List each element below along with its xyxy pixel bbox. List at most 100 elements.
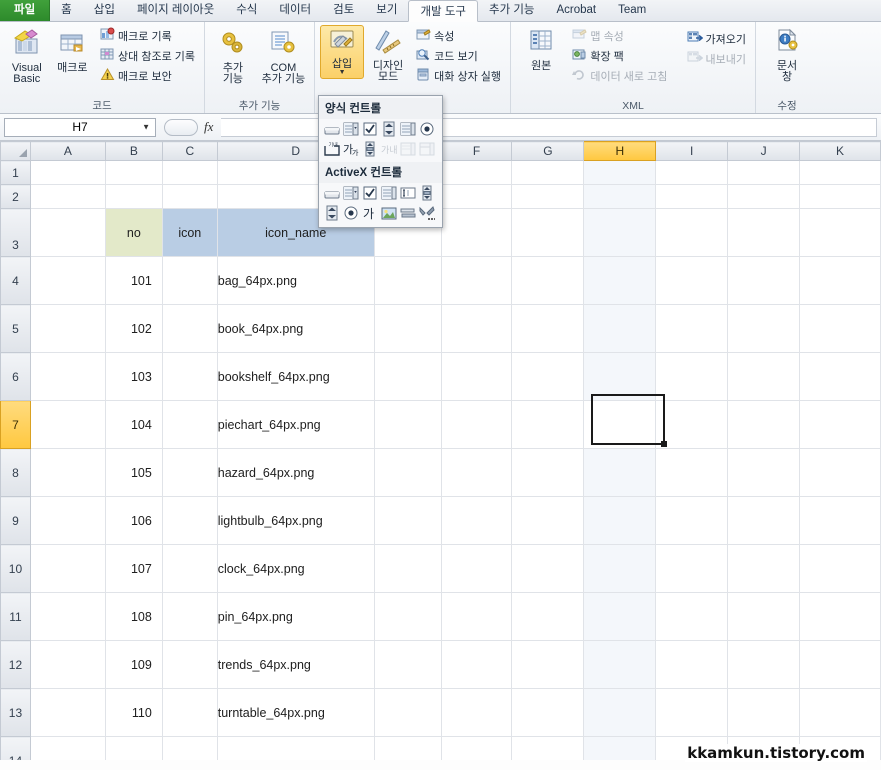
cell-d4[interactable]: bag_64px.png [217,256,375,305]
cell-b1[interactable] [105,160,163,185]
cell-d5[interactable]: book_64px.png [217,304,375,353]
cell-i3[interactable] [655,208,729,257]
cell-e6[interactable] [374,352,442,401]
cell-b5[interactable]: 102 [105,304,163,353]
cell-k11[interactable] [799,592,881,641]
cell-i8[interactable] [655,448,729,497]
cell-c8[interactable] [162,448,218,497]
cell-i5[interactable] [655,304,729,353]
cell-e9[interactable] [374,496,442,545]
cell-d8[interactable]: hazard_64px.png [217,448,375,497]
cell-f9[interactable] [441,496,513,545]
cell-h10[interactable] [583,544,657,593]
cell-b11[interactable]: 108 [105,592,163,641]
row-header-13[interactable]: 13 [0,688,31,737]
cell-b6[interactable]: 103 [105,352,163,401]
row-header-2[interactable]: 2 [0,184,31,209]
cell-j11[interactable] [727,592,801,641]
cell-j6[interactable] [727,352,801,401]
cell-j10[interactable] [727,544,801,593]
cell-i10[interactable] [655,544,729,593]
cell-b14[interactable] [105,736,163,760]
cell-a2[interactable] [30,184,106,209]
check-box-activex-control[interactable] [361,184,379,202]
cell-h5[interactable] [583,304,657,353]
cell-c1[interactable] [162,160,218,185]
cell-a7[interactable] [30,400,106,449]
tab-add-ins[interactable]: 추가 기능 [478,0,546,21]
row-header-4[interactable]: 4 [0,256,31,305]
row-header-11[interactable]: 11 [0,592,31,641]
cell-a4[interactable] [30,256,106,305]
cell-a9[interactable] [30,496,106,545]
cell-d7[interactable]: piechart_64px.png [217,400,375,449]
cell-e12[interactable] [374,640,442,689]
cell-j8[interactable] [727,448,801,497]
cell-i2[interactable] [655,184,729,209]
cell-f3[interactable] [441,208,513,257]
map-properties-button[interactable]: 맵 속성 [568,26,680,46]
insert-controls-dropdown[interactable]: 양식 컨트롤 기내 가 가 가내 ActiveX 컨트롤 가 [318,95,443,228]
cell-d12[interactable]: trends_64px.png [217,640,375,689]
cell-h3[interactable] [583,208,657,257]
cell-c3[interactable]: icon [162,208,218,257]
cell-c14[interactable] [162,736,218,760]
tab-acrobat[interactable]: Acrobat [546,0,608,21]
cell-f12[interactable] [441,640,513,689]
design-mode-button[interactable]: 디자인 모드 [366,25,410,86]
tab-insert[interactable]: 삽입 [83,0,126,21]
view-code-button[interactable]: 코드 보기 [412,46,505,66]
more-controls-icon[interactable] [418,204,436,222]
cell-k1[interactable] [799,160,881,185]
cell-e7[interactable] [374,400,442,449]
row-header-1[interactable]: 1 [0,160,31,185]
cell-c7[interactable] [162,400,218,449]
cell-g9[interactable] [511,496,585,545]
cell-d6[interactable]: bookshelf_64px.png [217,352,375,401]
cell-j9[interactable] [727,496,801,545]
record-macro-button[interactable]: 매크로 기록 [96,26,199,46]
cell-g12[interactable] [511,640,585,689]
cell-a3[interactable] [30,208,106,257]
cell-h6[interactable] [583,352,657,401]
cell-f8[interactable] [441,448,513,497]
cell-h8[interactable] [583,448,657,497]
cell-j12[interactable] [727,640,801,689]
tab-page-layout[interactable]: 페이지 레이아웃 [126,0,225,21]
name-box[interactable]: H7 ▼ [4,117,156,137]
cell-h7[interactable] [583,400,657,449]
cell-b2[interactable] [105,184,163,209]
cell-g3[interactable] [511,208,585,257]
insert-function-icon[interactable]: fx [204,119,213,135]
scroll-bar-activex-control[interactable] [418,184,436,202]
cell-j4[interactable] [727,256,801,305]
list-box-activex-control[interactable] [380,184,398,202]
run-dialog-button[interactable]: 대화 상자 실행 [412,66,505,86]
cell-a8[interactable] [30,448,106,497]
cell-b7[interactable]: 104 [105,400,163,449]
cell-e11[interactable] [374,592,442,641]
combo-box-activex-control[interactable] [342,184,360,202]
cell-b10[interactable]: 107 [105,544,163,593]
cell-b8[interactable]: 105 [105,448,163,497]
option-button-activex-control[interactable] [342,204,360,222]
combo-box-control[interactable] [342,120,360,138]
row-header-6[interactable]: 6 [0,352,31,401]
cell-i9[interactable] [655,496,729,545]
column-header-f[interactable]: F [440,141,513,161]
group-box-control[interactable]: 기내 [323,140,341,158]
refresh-data-button[interactable]: 데이터 새로 고침 [568,66,680,86]
cell-h2[interactable] [583,184,657,209]
cell-j5[interactable] [727,304,801,353]
cell-f7[interactable] [441,400,513,449]
check-box-control[interactable] [361,120,379,138]
cell-c6[interactable] [162,352,218,401]
column-header-b[interactable]: B [104,141,163,161]
cell-g5[interactable] [511,304,585,353]
combo-list-edit-control[interactable] [399,140,417,158]
cell-f13[interactable] [441,688,513,737]
row-header-7[interactable]: 7 [0,400,31,449]
cell-d10[interactable]: clock_64px.png [217,544,375,593]
tab-home[interactable]: 홈 [50,0,83,21]
add-ins-button[interactable]: 추가 기능 [210,25,256,88]
